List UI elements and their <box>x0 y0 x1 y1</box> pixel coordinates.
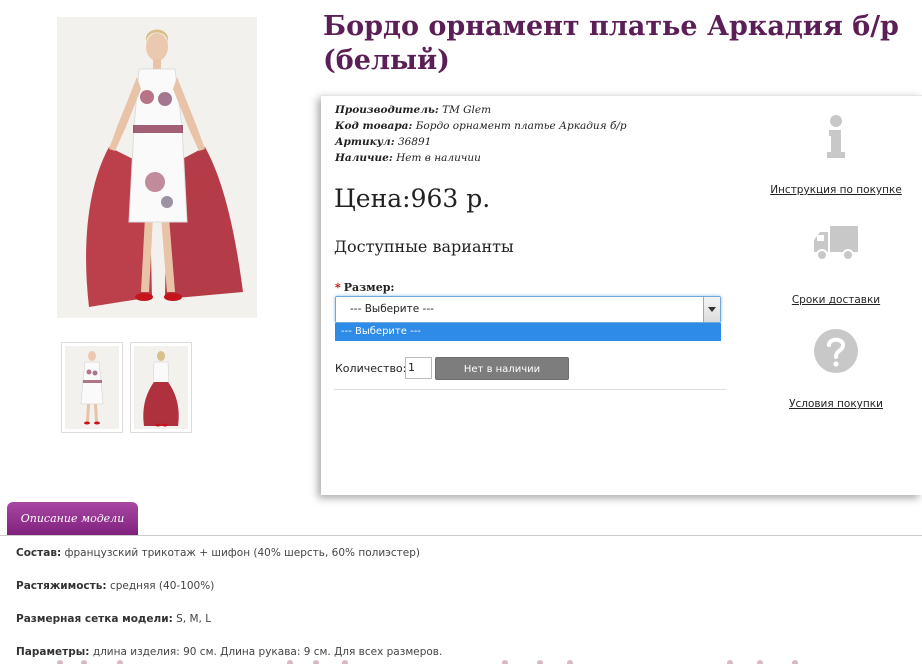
availability-label: Наличие: <box>335 152 393 164</box>
code-row: Код товара: Бордо орнамент платье Аркади… <box>335 118 627 134</box>
article-row: Артикул: 36891 <box>335 134 627 150</box>
terms-block: Условия покупки <box>766 328 906 410</box>
composition-row: Состав: французский трикотаж + шифон (40… <box>16 547 420 559</box>
info-icon <box>827 115 845 158</box>
params-label: Параметры: <box>16 646 90 658</box>
manufacturer-value[interactable]: ТМ Glem <box>442 104 491 116</box>
product-meta: Производитель: ТМ Glem Код товара: Бордо… <box>335 102 627 166</box>
decorative-ornament <box>57 660 798 664</box>
instruction-block: Инструкция по покупке <box>766 114 906 196</box>
delivery-link[interactable]: Сроки доставки <box>766 294 906 306</box>
code-value: Бордо орнамент платье Аркадия б/р <box>415 120 627 132</box>
composition-label: Состав: <box>16 547 62 559</box>
availability-value: Нет в наличии <box>396 152 481 164</box>
tab-divider <box>0 535 922 536</box>
question-icon <box>814 329 858 373</box>
instruction-link[interactable]: Инструкция по покупке <box>766 184 906 196</box>
availability-row: Наличие: Нет в наличии <box>335 150 627 166</box>
product-thumbnail-1[interactable] <box>61 342 123 433</box>
manufacturer-row: Производитель: ТМ Glem <box>335 102 627 118</box>
stretch-value: средняя (40-100%) <box>109 580 215 592</box>
truck-icon <box>814 226 858 261</box>
stretch-label: Растяжимость: <box>16 580 107 592</box>
product-price: Цена:963 р. <box>334 184 491 213</box>
terms-link[interactable]: Условия покупки <box>766 398 906 410</box>
code-label: Код товара: <box>335 120 413 132</box>
product-title: Бордо орнамент платье Аркадия б/р (белый… <box>323 11 899 76</box>
sizes-label: Размерная сетка модели: <box>16 613 173 625</box>
product-thumbnail-2[interactable] <box>130 342 192 433</box>
variants-heading: Доступные варианты <box>334 237 514 256</box>
divider <box>334 389 726 390</box>
product-main-image[interactable] <box>57 17 257 318</box>
quantity-label: Количество: <box>335 362 407 375</box>
article-value: 36891 <box>397 136 432 148</box>
chevron-down-icon[interactable] <box>703 297 720 322</box>
product-info-panel: Производитель: ТМ Glem Код товара: Бордо… <box>321 95 922 495</box>
size-select[interactable]: --- Выберите --- <box>335 296 721 323</box>
size-select-value: --- Выберите --- <box>350 303 434 315</box>
size-label-text: Размер: <box>343 281 395 294</box>
params-row: Параметры: длина изделия: 90 см. Длина р… <box>16 646 442 658</box>
stretch-row: Растяжимость: средняя (40-100%) <box>16 580 214 592</box>
sizes-value: S, M, L <box>176 613 212 625</box>
delivery-block: Сроки доставки <box>766 224 906 306</box>
size-label: * Размер: <box>335 281 395 294</box>
tab-description[interactable]: Описание модели <box>7 502 138 536</box>
sizes-row: Размерная сетка модели: S, M, L <box>16 613 211 625</box>
params-value: длина изделия: 90 см. Длина рукава: 9 см… <box>92 646 443 658</box>
composition-value: французский трикотаж + шифон (40% шерсть… <box>64 547 421 559</box>
manufacturer-label: Производитель: <box>335 104 439 116</box>
quantity-input[interactable]: 1 <box>405 357 432 379</box>
required-mark: * <box>335 281 341 294</box>
size-option-highlighted[interactable]: --- Выберите --- <box>335 323 721 341</box>
out-of-stock-button[interactable]: Нет в наличии <box>435 357 569 380</box>
article-label: Артикул: <box>335 136 395 148</box>
